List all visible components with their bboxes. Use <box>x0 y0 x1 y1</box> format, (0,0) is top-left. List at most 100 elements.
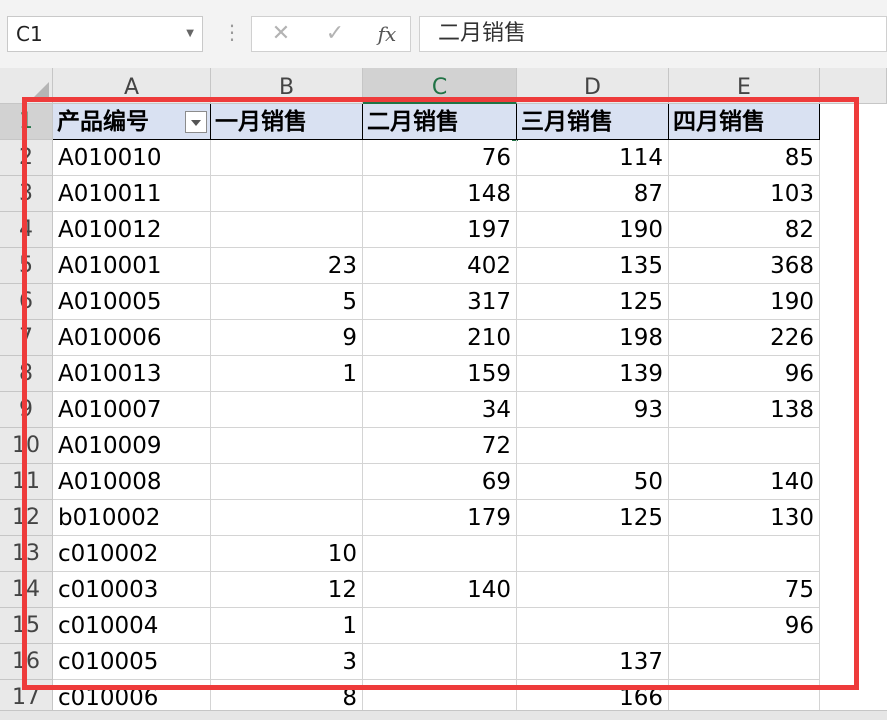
sales-cell[interactable]: 179 <box>363 500 517 536</box>
insert-function-icon[interactable]: fx <box>370 17 404 51</box>
product-id-cell[interactable]: A010006 <box>53 320 211 356</box>
row-header[interactable]: 8 <box>0 356 53 392</box>
sales-cell[interactable]: 50 <box>517 464 669 500</box>
product-id-cell[interactable]: A010009 <box>53 428 211 464</box>
sales-cell[interactable] <box>517 536 669 572</box>
column-header-b[interactable]: B <box>211 68 363 104</box>
table-header-cell[interactable]: 四月销售 <box>669 104 820 140</box>
product-id-cell[interactable]: A010010 <box>53 140 211 176</box>
sales-cell[interactable] <box>211 392 363 428</box>
row-header[interactable]: 5 <box>0 248 53 284</box>
sales-cell[interactable]: 317 <box>363 284 517 320</box>
sales-cell[interactable]: 3 <box>211 644 363 680</box>
table-header-cell[interactable]: 二月销售 <box>363 104 517 140</box>
product-id-cell[interactable]: c010002 <box>53 536 211 572</box>
sales-cell[interactable]: 368 <box>669 248 820 284</box>
row-header[interactable]: 10 <box>0 428 53 464</box>
more-options-icon[interactable]: ⋮ <box>222 22 242 42</box>
sales-cell[interactable]: 190 <box>669 284 820 320</box>
sales-cell[interactable]: 198 <box>517 320 669 356</box>
row-header[interactable]: 14 <box>0 572 53 608</box>
row-header-1[interactable]: 1 <box>0 104 53 140</box>
sales-cell[interactable]: 226 <box>669 320 820 356</box>
sales-cell[interactable] <box>211 140 363 176</box>
row-header[interactable]: 4 <box>0 212 53 248</box>
sales-cell[interactable]: 1 <box>211 608 363 644</box>
row-header[interactable]: 7 <box>0 320 53 356</box>
sales-cell[interactable] <box>517 428 669 464</box>
sales-cell[interactable]: 138 <box>669 392 820 428</box>
column-header-e[interactable]: E <box>669 68 820 104</box>
sales-cell[interactable]: 5 <box>211 284 363 320</box>
row-header[interactable]: 15 <box>0 608 53 644</box>
row-header[interactable]: 16 <box>0 644 53 680</box>
sales-cell[interactable]: 210 <box>363 320 517 356</box>
sales-cell[interactable] <box>363 608 517 644</box>
product-id-cell[interactable]: A010012 <box>53 212 211 248</box>
sales-cell[interactable]: 87 <box>517 176 669 212</box>
column-header-a[interactable]: A <box>53 68 211 104</box>
sales-cell[interactable]: 85 <box>669 140 820 176</box>
sales-cell[interactable]: 125 <box>517 500 669 536</box>
sales-cell[interactable] <box>211 500 363 536</box>
product-id-cell[interactable]: A010005 <box>53 284 211 320</box>
sales-cell[interactable]: 103 <box>669 176 820 212</box>
sales-cell[interactable]: 190 <box>517 212 669 248</box>
row-header[interactable]: 3 <box>0 176 53 212</box>
row-header[interactable]: 6 <box>0 284 53 320</box>
column-header-f[interactable] <box>820 68 887 104</box>
sales-cell[interactable]: 76 <box>363 140 517 176</box>
sales-cell[interactable]: 125 <box>517 284 669 320</box>
product-id-cell[interactable]: A010011 <box>53 176 211 212</box>
sales-cell[interactable]: 72 <box>363 428 517 464</box>
sales-cell[interactable] <box>669 536 820 572</box>
product-id-cell[interactable]: c010003 <box>53 572 211 608</box>
formula-input[interactable]: 二月销售 <box>419 16 887 52</box>
sales-cell[interactable]: 10 <box>211 536 363 572</box>
sales-cell[interactable]: 135 <box>517 248 669 284</box>
product-id-cell[interactable]: A010001 <box>53 248 211 284</box>
sales-cell[interactable]: 114 <box>517 140 669 176</box>
sales-cell[interactable]: 23 <box>211 248 363 284</box>
product-id-cell[interactable]: c010004 <box>53 608 211 644</box>
sales-cell[interactable] <box>211 464 363 500</box>
sales-cell[interactable]: 148 <box>363 176 517 212</box>
sales-cell[interactable] <box>669 644 820 680</box>
sales-cell[interactable] <box>363 536 517 572</box>
sales-cell[interactable]: 9 <box>211 320 363 356</box>
product-id-cell[interactable]: A010013 <box>53 356 211 392</box>
sales-cell[interactable]: 1 <box>211 356 363 392</box>
sales-cell[interactable]: 96 <box>669 608 820 644</box>
sales-cell[interactable]: 75 <box>669 572 820 608</box>
product-id-cell[interactable]: A010008 <box>53 464 211 500</box>
row-header[interactable]: 9 <box>0 392 53 428</box>
sales-cell[interactable] <box>669 428 820 464</box>
column-header-d[interactable]: D <box>517 68 669 104</box>
sales-cell[interactable]: 402 <box>363 248 517 284</box>
sales-cell[interactable]: 139 <box>517 356 669 392</box>
table-header-cell[interactable]: 三月销售 <box>517 104 669 140</box>
product-id-cell[interactable]: A010007 <box>53 392 211 428</box>
product-id-cell[interactable]: c010005 <box>53 644 211 680</box>
row-header[interactable]: 13 <box>0 536 53 572</box>
sales-cell[interactable]: 137 <box>517 644 669 680</box>
sales-cell[interactable]: 34 <box>363 392 517 428</box>
row-header[interactable]: 2 <box>0 140 53 176</box>
sales-cell[interactable]: 12 <box>211 572 363 608</box>
sales-cell[interactable]: 140 <box>669 464 820 500</box>
sales-cell[interactable] <box>517 608 669 644</box>
sales-cell[interactable]: 197 <box>363 212 517 248</box>
sales-cell[interactable] <box>211 176 363 212</box>
sales-cell[interactable]: 93 <box>517 392 669 428</box>
sales-cell[interactable]: 159 <box>363 356 517 392</box>
column-header-c[interactable]: C <box>363 68 517 104</box>
filter-dropdown-icon[interactable] <box>185 111 207 133</box>
chevron-down-icon[interactable]: ▼ <box>186 17 194 51</box>
sales-cell[interactable] <box>211 212 363 248</box>
sales-cell[interactable]: 69 <box>363 464 517 500</box>
select-all-button[interactable] <box>0 68 53 104</box>
product-id-cell[interactable]: b010002 <box>53 500 211 536</box>
cancel-icon[interactable]: ✕ <box>266 17 296 51</box>
sales-cell[interactable]: 96 <box>669 356 820 392</box>
table-header-cell[interactable]: 一月销售 <box>211 104 363 140</box>
